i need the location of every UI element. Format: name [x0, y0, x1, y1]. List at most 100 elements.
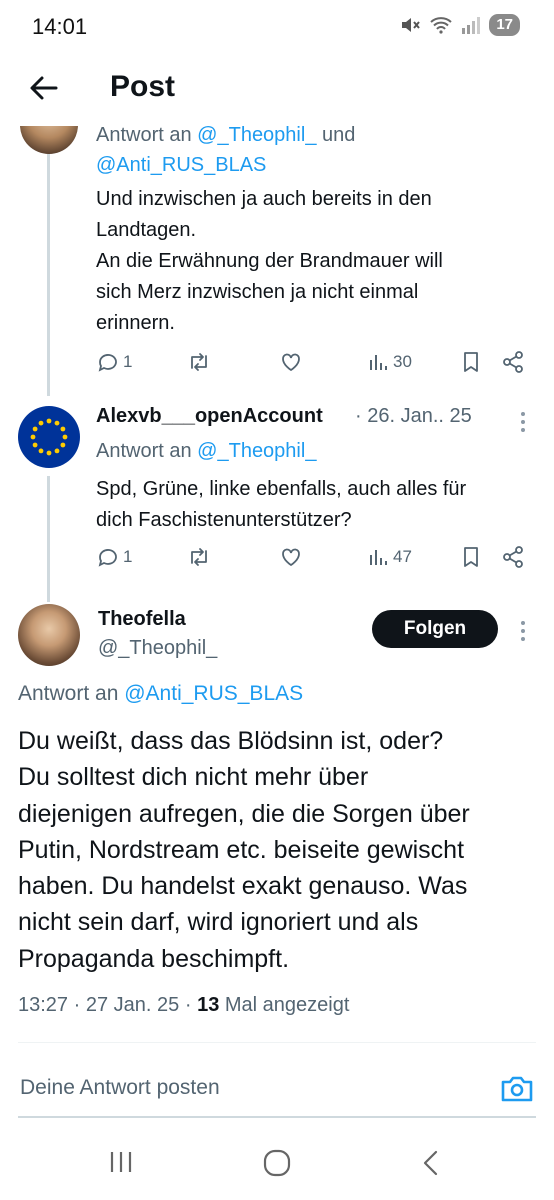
back-icon	[423, 1150, 438, 1176]
text-line: Landtagen.	[96, 219, 197, 241]
eu-flag-icon	[30, 418, 68, 456]
mention-link[interactable]: @_Theophil_	[197, 440, 316, 462]
bookmark-icon	[464, 352, 478, 372]
camera-button[interactable]	[500, 1073, 534, 1103]
more-options-button[interactable]	[518, 619, 528, 643]
reply-to-line: Antwort an @Anti_RUS_BLAS	[18, 682, 303, 706]
reply-prefix: Antwort an	[96, 124, 192, 146]
reply-and: und	[322, 124, 356, 146]
status-icons: 17	[399, 14, 520, 36]
text-line: Putin, Nordstream etc. beiseite gewischt	[18, 835, 465, 864]
compose-underline	[18, 1116, 536, 1118]
bookmark-button[interactable]	[460, 545, 482, 569]
follow-button[interactable]: Folgen	[372, 610, 498, 648]
heart-icon	[282, 353, 300, 372]
text-line: erinnern.	[96, 312, 175, 334]
text-line: Du weißt, dass das Blödsinn ist, oder?	[18, 727, 444, 755]
signal-icon	[461, 15, 481, 35]
bookmark-icon	[464, 547, 478, 567]
more-options-button[interactable]	[518, 410, 528, 434]
wifi-icon	[429, 15, 453, 35]
page-title: Post	[110, 70, 176, 103]
separator: ·	[184, 994, 192, 1016]
post-date: 27 Jan. 25	[85, 994, 180, 1016]
views-count: 13	[197, 994, 220, 1016]
post-body: Du weißt, dass das Blödsinn ist, oder? D…	[18, 723, 543, 977]
battery-indicator: 17	[489, 14, 520, 36]
bookmark-button[interactable]	[460, 350, 482, 374]
share-icon	[503, 351, 523, 373]
views-count: 47	[393, 547, 412, 566]
arrow-left-icon	[30, 76, 58, 100]
avatar[interactable]	[18, 604, 80, 666]
text-line: nicht sein darf, wird ignoriert und als	[18, 908, 419, 937]
mute-icon	[399, 15, 421, 35]
action-row: 1 47	[96, 545, 531, 575]
mention-link[interactable]: @Anti_RUS_BLAS	[96, 154, 266, 176]
avatar[interactable]	[18, 406, 80, 468]
reply-to-line: Antwort an @_Theophil_ und @Anti_RUS_BLA…	[96, 120, 526, 180]
recents-button[interactable]	[108, 1148, 134, 1181]
reply-count: 1	[123, 547, 133, 566]
views-button[interactable]: 30	[368, 350, 412, 374]
repost-icon	[191, 548, 207, 566]
author-name[interactable]: Theofella	[98, 608, 186, 631]
mention-link[interactable]: @_Theophil_	[197, 124, 316, 146]
heart-icon	[282, 548, 300, 567]
home-icon	[263, 1149, 291, 1177]
text-line: sich Merz inzwischen ja nicht einmal	[96, 281, 419, 303]
text-line: Spd, Grüne, linke ebenfalls, auch alles …	[96, 478, 467, 500]
text-line: Propaganda beschimpft.	[18, 944, 290, 973]
views-icon	[370, 355, 387, 370]
views-icon	[370, 550, 387, 565]
views-button[interactable]: 47	[368, 545, 412, 569]
divider	[18, 1042, 536, 1043]
recents-icon	[110, 1152, 132, 1172]
repost-button[interactable]	[186, 545, 212, 569]
post-date: · 26. Jan.. 25	[355, 405, 472, 427]
reply-to-line: Antwort an @_Theophil_	[96, 436, 526, 467]
reply-prefix: Antwort an	[96, 440, 192, 462]
reply-body: Und inzwischen ja auch bereits in den La…	[96, 184, 526, 339]
like-button[interactable]	[279, 545, 303, 569]
thread-line	[47, 126, 50, 396]
share-button[interactable]	[501, 350, 525, 374]
reply-count: 1	[123, 352, 133, 371]
text-line: Du solltest dich nicht mehr über	[18, 763, 369, 792]
action-row: 1 30	[96, 350, 531, 380]
share-button[interactable]	[501, 545, 525, 569]
text-line: diejenigen aufregen, die die Sorgen über	[18, 799, 470, 828]
repost-icon	[191, 353, 207, 371]
mention-link[interactable]: @Anti_RUS_BLAS	[124, 682, 303, 705]
separator: ·	[73, 994, 81, 1016]
post-meta: 13:27 · 27 Jan. 25 · 13 Mal angezeigt	[18, 994, 349, 1017]
system-back-button[interactable]	[420, 1148, 442, 1183]
text-line: An die Erwähnung der Brandmauer will	[96, 250, 443, 272]
reply-button[interactable]: 1	[96, 545, 132, 569]
thread-line	[47, 476, 50, 602]
text-line: dich Faschistenunterstützer?	[96, 509, 352, 531]
author-name[interactable]: Alexvb___openAccount	[96, 405, 323, 428]
app-header: Post	[0, 56, 554, 126]
repost-button[interactable]	[186, 350, 212, 374]
reply-body: Spd, Grüne, linke ebenfalls, auch alles …	[96, 474, 526, 536]
reply-input[interactable]: Deine Antwort posten	[20, 1076, 220, 1100]
home-button[interactable]	[262, 1148, 292, 1183]
text-line: Und inzwischen ja auch bereits in den	[96, 188, 432, 210]
views-count: 30	[393, 352, 412, 371]
text-line: haben. Du handelst exakt genauso. Was	[18, 872, 468, 901]
camera-icon	[501, 1076, 533, 1102]
system-nav-bar	[0, 1130, 554, 1200]
reply-icon	[98, 549, 117, 567]
reply-icon	[98, 354, 117, 372]
status-time: 14:01	[32, 14, 88, 39]
back-button[interactable]	[26, 70, 62, 106]
views-label: Mal angezeigt	[224, 994, 350, 1016]
reply-button[interactable]: 1	[96, 350, 132, 374]
share-icon	[503, 546, 523, 568]
author-handle[interactable]: @_Theophil_	[98, 637, 217, 660]
post-time: 13:27	[18, 994, 69, 1016]
like-button[interactable]	[279, 350, 303, 374]
reply-prefix: Antwort an	[18, 682, 119, 705]
status-bar: 14:01 17	[0, 0, 554, 56]
